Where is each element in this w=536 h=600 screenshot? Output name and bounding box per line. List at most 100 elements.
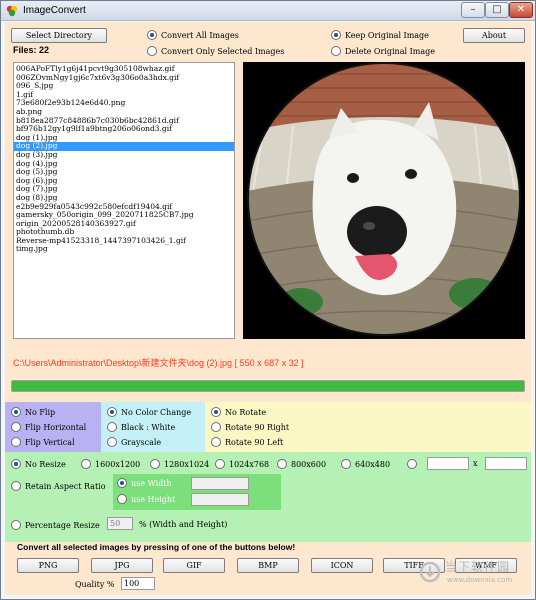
percentage-resize-label: Percentage Resize <box>25 520 100 530</box>
radio-icon <box>107 422 117 432</box>
size-label: 800x600 <box>291 459 327 469</box>
use-width-label: use Width <box>131 478 172 488</box>
use-width-option[interactable]: use Width <box>117 478 172 488</box>
radio-icon <box>211 437 221 447</box>
file-list[interactable]: 006APoFTly1g6j41pcvt9g305108whaz.gif 006Z… <box>13 62 235 339</box>
delete-original-option[interactable]: Delete Original Image <box>331 46 435 56</box>
file-list-item[interactable]: ab.png <box>14 108 234 117</box>
flip-horizontal-label: Flip Horizontal <box>25 422 87 432</box>
radio-checked-icon <box>147 30 157 40</box>
retain-aspect-option[interactable]: Retain Aspect Ratio <box>11 481 106 491</box>
rotate-left-option[interactable]: Rotate 90 Left <box>211 437 283 447</box>
percentage-input[interactable]: 50 <box>107 517 133 530</box>
grayscale-option[interactable]: Grayscale <box>107 437 161 447</box>
rotate-right-option[interactable]: Rotate 90 Right <box>211 422 289 432</box>
file-list-item[interactable]: origin_20200528140363927.gif <box>14 220 234 229</box>
watermark-url: www.downxia.com <box>447 576 513 584</box>
no-flip-label: No Flip <box>25 407 56 417</box>
dog-photo-image <box>243 62 525 339</box>
use-height-option[interactable]: use Height <box>117 494 175 504</box>
file-list-item[interactable]: photothumb.db <box>14 228 234 237</box>
icon-button[interactable]: ICON <box>311 558 373 573</box>
radio-checked-icon <box>117 478 127 488</box>
size-label: 1024x768 <box>229 459 270 469</box>
percentage-resize-option[interactable]: Percentage Resize <box>11 520 100 530</box>
black-white-option[interactable]: Black : White <box>107 422 175 432</box>
file-list-item[interactable]: e2b9e929fa0543c992c580efcdf19404.gif <box>14 203 234 212</box>
radio-icon <box>11 422 21 432</box>
convert-selected-option[interactable]: Convert Only Selected Images <box>147 46 284 56</box>
no-rotate-label: No Rotate <box>225 407 267 417</box>
radio-icon <box>11 481 21 491</box>
bmp-button[interactable]: BMP <box>237 558 299 573</box>
minimize-button[interactable]: – <box>461 2 485 18</box>
file-list-item[interactable]: dog (5).jpg <box>14 168 234 177</box>
size-option-1600x1200[interactable]: 1600x1200 <box>81 459 140 469</box>
gif-button[interactable]: GIF <box>163 558 225 573</box>
custom-height-input[interactable] <box>485 457 527 470</box>
keep-original-label: Keep Original Image <box>345 30 429 40</box>
flip-vertical-option[interactable]: Flip Vertical <box>11 437 75 447</box>
percentage-suffix: % (Width and Height) <box>139 520 228 529</box>
size-option-640x480[interactable]: 640x480 <box>341 459 390 469</box>
close-button[interactable]: ✕ <box>509 2 533 18</box>
keep-original-option[interactable]: Keep Original Image <box>331 30 429 40</box>
files-count: Files: 22 <box>13 45 50 55</box>
convert-all-label: Convert All Images <box>161 30 239 40</box>
file-list-item[interactable]: dog (6).jpg <box>14 177 234 186</box>
file-list-item[interactable]: 006ZOvmNgy1gj6c7xt6v3g306o0a3hdx.gif <box>14 74 234 83</box>
about-button[interactable]: About <box>463 28 525 43</box>
file-list-item[interactable]: dog (2).jpg <box>14 142 234 151</box>
window-title: ImageConvert <box>23 5 86 16</box>
file-list-item[interactable]: dog (7).jpg <box>14 185 234 194</box>
no-color-change-option[interactable]: No Color Change <box>107 407 191 417</box>
file-list-item[interactable]: 1.gif <box>14 91 234 100</box>
file-list-item[interactable]: b818ea2877c84886b7c030b6bc42861d.gif <box>14 117 234 126</box>
no-flip-option[interactable]: No Flip <box>11 407 55 417</box>
no-rotate-option[interactable]: No Rotate <box>211 407 266 417</box>
radio-icon <box>277 459 287 469</box>
file-list-item[interactable]: 096_S.jpg <box>14 82 234 91</box>
convert-all-option[interactable]: Convert All Images <box>147 30 239 40</box>
file-list-item[interactable]: dog (1).jpg <box>14 134 234 143</box>
title-bar[interactable]: ImageConvert – □ ✕ <box>1 1 535 21</box>
size-label: 1280x1024 <box>164 459 210 469</box>
maximize-button[interactable]: □ <box>485 2 509 18</box>
select-directory-button[interactable]: Select Directory <box>11 28 107 43</box>
file-list-item[interactable]: 73e680f2e93b124e6d40.png <box>14 99 234 108</box>
size-option-1024x768[interactable]: 1024x768 <box>215 459 269 469</box>
jpg-button[interactable]: JPG <box>91 558 153 573</box>
download-logo-icon <box>419 561 441 583</box>
size-option-1280x1024[interactable]: 1280x1024 <box>150 459 209 469</box>
radio-checked-icon <box>211 407 221 417</box>
quality-input[interactable]: 100 <box>121 577 155 590</box>
file-list-item[interactable]: 006APoFTly1g6j41pcvt9g305108whaz.gif <box>14 65 234 74</box>
quality-label: Quality % <box>75 580 115 589</box>
no-color-change-label: No Color Change <box>121 407 192 417</box>
color-panel: No Color Change Black : White Grayscale <box>101 402 205 452</box>
file-list-item[interactable]: dog (3).jpg <box>14 151 234 160</box>
radio-icon <box>215 459 225 469</box>
radio-icon <box>331 46 341 56</box>
no-resize-option[interactable]: No Resize <box>11 459 66 469</box>
height-value-input[interactable] <box>191 493 249 506</box>
flip-horizontal-option[interactable]: Flip Horizontal <box>11 422 86 432</box>
size-option-800x600[interactable]: 800x600 <box>277 459 326 469</box>
file-list-item[interactable]: gamersky_050origin_099_2020711825CB7.jpg <box>14 211 234 220</box>
radio-icon <box>117 494 127 504</box>
size-label: 1600x1200 <box>95 459 141 469</box>
width-value-input[interactable] <box>191 477 249 490</box>
file-list-item[interactable]: dog (8).jpg <box>14 194 234 203</box>
custom-size-option[interactable] <box>407 459 421 469</box>
radio-icon <box>147 46 157 56</box>
file-list-item[interactable]: dog (4).jpg <box>14 160 234 169</box>
radio-icon <box>107 437 117 447</box>
radio-icon <box>150 459 160 469</box>
custom-width-input[interactable] <box>427 457 469 470</box>
watermark-title: 当下软件园 <box>445 560 511 574</box>
file-list-item[interactable]: Reverse-mp41523318_1447397103426_1.gif <box>14 237 234 246</box>
file-list-item[interactable]: timg.jpg <box>14 245 234 254</box>
png-button[interactable]: PNG <box>17 558 79 573</box>
convert-selected-label: Convert Only Selected Images <box>161 46 285 56</box>
file-list-item[interactable]: bf976b12gy1g9lf1a9btng206o06ond3.gif <box>14 125 234 134</box>
